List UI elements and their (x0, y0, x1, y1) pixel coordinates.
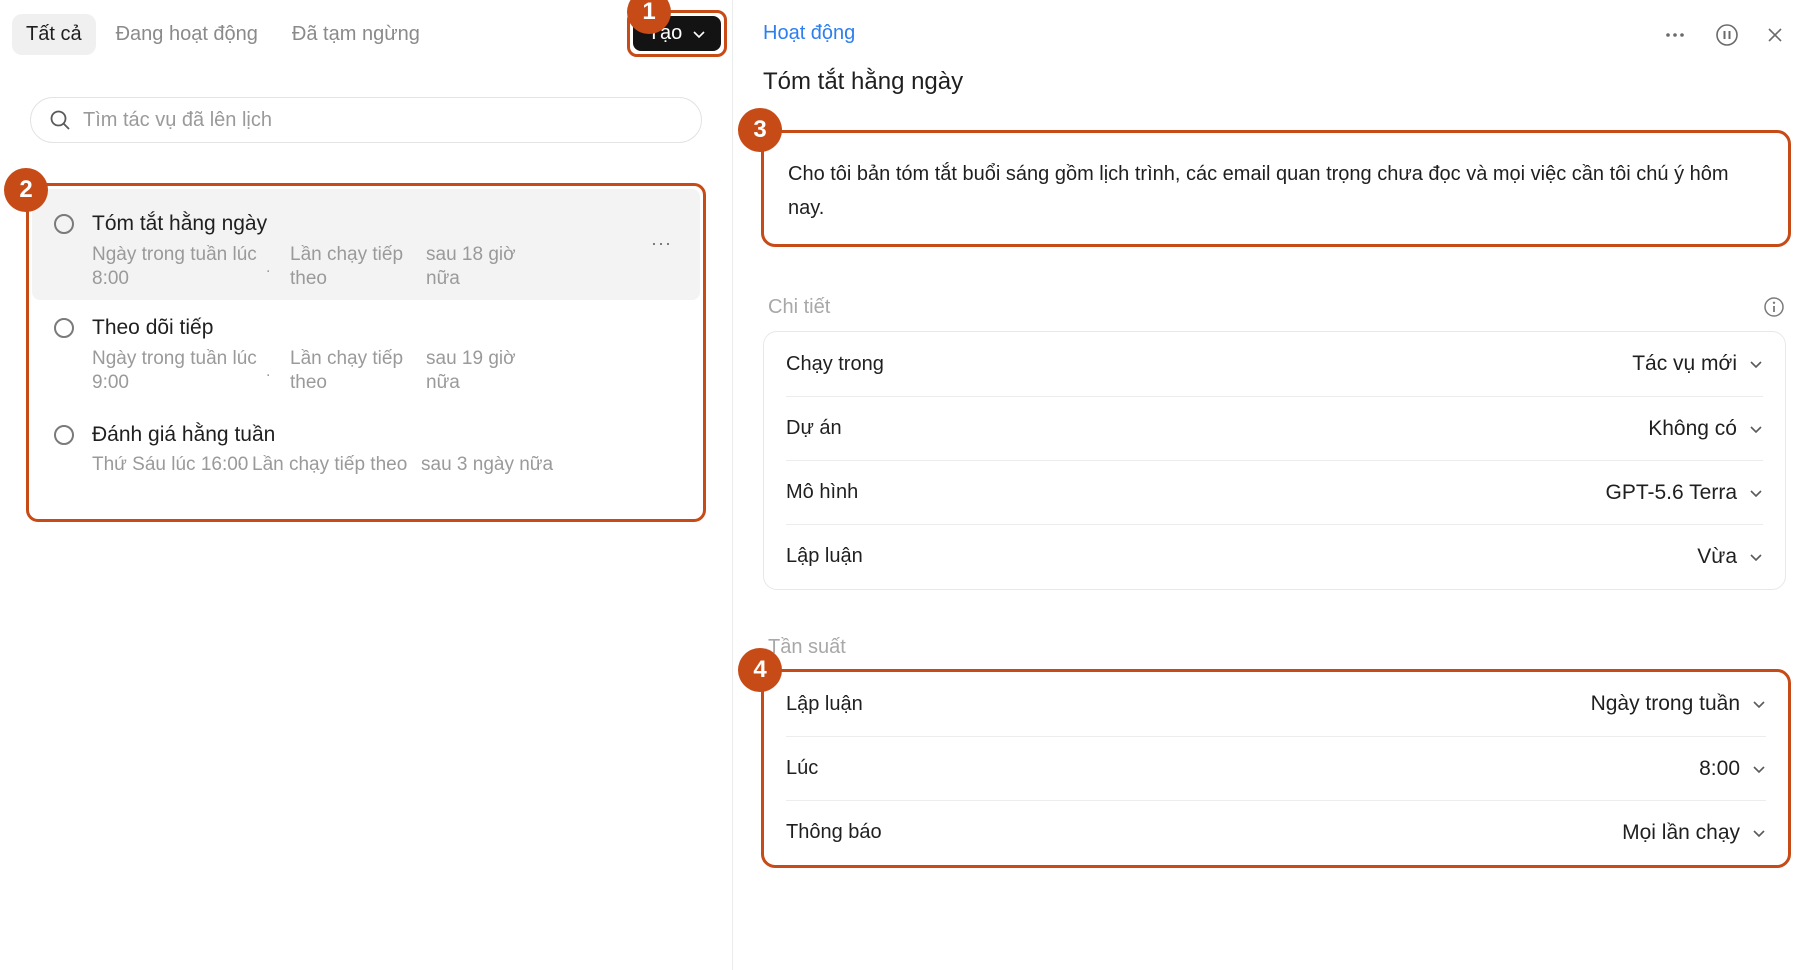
prompt-field[interactable]: Cho tôi bản tóm tắt buổi sáng gồm lịch t… (761, 130, 1791, 247)
run-in-dropdown[interactable]: Tác vụ mới (1632, 352, 1763, 376)
detail-row-run-in: Chạy trong Tác vụ mới (786, 332, 1763, 396)
task-schedule: Ngày trong tuần lúc 8:00 (92, 244, 257, 289)
task-status-radio[interactable] (54, 318, 74, 338)
chevron-down-icon (1750, 361, 1762, 369)
row-label: Lập luận (786, 545, 863, 567)
chevron-down-icon (1753, 829, 1765, 837)
task-next-run-label: Lần chạy tiếp theo (252, 454, 408, 475)
row-value: Vừa (1697, 544, 1737, 568)
chevron-down-icon (1750, 553, 1762, 561)
frequency-row-notification: Thông báo Mọi lần chạy (786, 800, 1766, 864)
frequency-row-time: Lúc 8:00 (786, 736, 1766, 800)
prompt-text[interactable]: Cho tôi bản tóm tắt buổi sáng gồm lịch t… (788, 157, 1768, 225)
row-value: Tác vụ mới (1632, 352, 1737, 375)
model-dropdown[interactable]: GPT-5.6 Terra (1606, 481, 1764, 505)
details-card: Chạy trong Tác vụ mới Dự án Không có Mô … (763, 331, 1786, 590)
task-next-run-label: Lần chạy tiếp theo (290, 244, 404, 289)
header-actions (1640, 20, 1800, 50)
detail-row-project: Dự án Không có (786, 396, 1763, 460)
task-list: Tóm tắt hằng ngày Ngày trong tuần lúc 8:… (26, 183, 706, 522)
scheduled-tasks-screen: Tất cả Đang hoạt động Đã tạm ngừng Tạo 1… (0, 0, 1800, 970)
task-next-run-value: sau 19 giờ nữa (426, 348, 516, 393)
frequency-section-label: Tần suất (768, 636, 846, 658)
frequency-card: Lập luận Ngày trong tuần Lúc 8:00 Thông … (761, 669, 1791, 868)
time-dropdown[interactable]: 8:00 (1699, 757, 1766, 781)
chevron-down-icon (693, 30, 705, 38)
row-label: Dự án (786, 417, 842, 439)
tab-paused[interactable]: Đã tạm ngừng (278, 14, 434, 55)
more-options-icon[interactable]: ··· (651, 233, 672, 254)
search-bar[interactable] (30, 97, 702, 143)
task-next-run-value: sau 3 ngày nữa (421, 454, 554, 475)
pause-icon[interactable] (1712, 20, 1742, 50)
task-schedule: Thứ Sáu lúc 16:00 (92, 454, 249, 475)
tab-all[interactable]: Tất cả (12, 14, 96, 55)
task-status-radio[interactable] (54, 214, 74, 234)
breadcrumb-activity[interactable]: Hoạt động (763, 22, 855, 45)
more-icon[interactable] (1660, 20, 1690, 50)
separator-dot: . (266, 259, 271, 276)
notification-dropdown[interactable]: Mọi lần chạy (1622, 821, 1766, 845)
task-next-run-value: sau 18 giờ nữa (426, 244, 516, 289)
task-list-panel: Tất cả Đang hoạt động Đã tạm ngừng Tạo 1… (0, 0, 732, 970)
chevron-down-icon (1750, 425, 1762, 433)
row-value: 8:00 (1699, 756, 1740, 780)
task-title: Đánh giá hằng tuần (92, 423, 276, 446)
task-item-follow-up[interactable]: Theo dõi tiếp Ngày trong tuần lúc 9:00 .… (32, 300, 700, 408)
page-title: Tóm tắt hằng ngày (763, 68, 964, 95)
annotation-badge-2: 2 (4, 168, 48, 212)
task-item-daily-summary[interactable]: Tóm tắt hằng ngày Ngày trong tuần lúc 8:… (32, 189, 700, 300)
frequency-row-schedule: Lập luận Ngày trong tuần (786, 672, 1766, 736)
annotation-badge-3: 3 (738, 108, 782, 152)
detail-row-model: Mô hình GPT-5.6 Terra (786, 460, 1763, 524)
chevron-down-icon (1753, 765, 1765, 773)
detail-row-reasoning: Lập luận Vừa (786, 524, 1763, 588)
task-status-radio[interactable] (54, 425, 74, 445)
row-value: Ngày trong tuần (1590, 692, 1740, 715)
annotation-badge-4: 4 (738, 648, 782, 692)
task-next-run-label: Lần chạy tiếp theo (290, 348, 404, 393)
chevron-down-icon (1753, 701, 1765, 709)
info-icon[interactable] (1763, 296, 1785, 318)
row-value: Mọi lần chạy (1622, 820, 1740, 844)
task-detail-panel: Hoạt động Tóm tắt hằng ngày 3 Cho tôi bả… (733, 0, 1800, 970)
task-item-weekly-review[interactable]: Đánh giá hằng tuần Thứ Sáu lúc 16:00 . L… (32, 408, 700, 516)
search-icon (50, 110, 70, 130)
row-value: Không có (1648, 416, 1737, 440)
row-label: Chạy trong (786, 352, 884, 375)
schedule-dropdown[interactable]: Ngày trong tuần (1591, 692, 1766, 716)
row-label: Lập luận (786, 692, 863, 715)
row-value: GPT-5.6 Terra (1605, 480, 1738, 504)
row-label: Thông báo (786, 821, 882, 843)
details-section-label: Chi tiết (768, 296, 831, 318)
task-title: Tóm tắt hằng ngày (92, 212, 268, 235)
separator-dot: . (238, 452, 243, 469)
task-schedule: Ngày trong tuần lúc 9:00 (92, 348, 257, 393)
tab-active[interactable]: Đang hoạt động (102, 14, 272, 55)
filter-tabs: Tất cả Đang hoạt động Đã tạm ngừng (12, 14, 434, 55)
search-input[interactable] (83, 108, 663, 132)
task-title: Theo dõi tiếp (92, 316, 214, 339)
close-icon[interactable] (1760, 20, 1790, 50)
row-label: Lúc (786, 757, 819, 779)
row-label: Mô hình (786, 481, 859, 503)
separator-dot: . (266, 363, 271, 380)
reasoning-dropdown[interactable]: Vừa (1697, 545, 1763, 569)
project-dropdown[interactable]: Không có (1648, 417, 1763, 441)
chevron-down-icon (1750, 489, 1762, 497)
